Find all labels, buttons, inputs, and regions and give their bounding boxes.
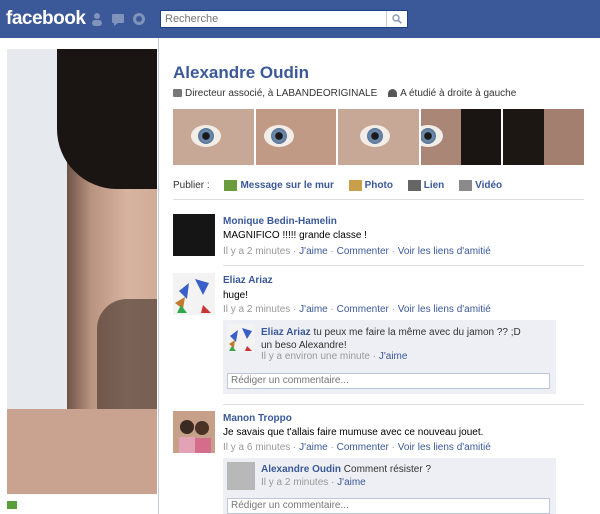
- story-time: Il y a 2 minutes: [223, 304, 291, 315]
- divider: [173, 199, 584, 200]
- like-link[interactable]: J'aime: [299, 304, 328, 315]
- search-box[interactable]: [160, 10, 408, 28]
- link-icon: [407, 180, 421, 191]
- story-meta: Il y a 6 minutes · J'aime · Commenter · …: [223, 442, 491, 453]
- search-icon: [392, 14, 402, 24]
- comment-text: Comment résister ?: [343, 464, 432, 475]
- story-meta: Il y a 2 minutes · J'aime · Commenter · …: [223, 246, 491, 257]
- like-link[interactable]: J'aime: [299, 246, 328, 257]
- avatar[interactable]: [173, 411, 215, 453]
- profile-edit-row[interactable]: [7, 500, 157, 514]
- strip-photo[interactable]: [338, 109, 419, 165]
- publish-bar: Publier : Message sur le mur Photo Lien …: [173, 180, 502, 191]
- avatar[interactable]: [173, 273, 215, 315]
- butterflies-image: [175, 279, 211, 313]
- story-time: Il y a 2 minutes: [223, 246, 291, 257]
- story-text: Je savais que t'allais faire mumuse avec…: [223, 427, 484, 438]
- profile-picture[interactable]: [7, 49, 157, 494]
- comment-meta: Il y a environ une minute · J'aime: [261, 351, 408, 362]
- profile-work[interactable]: Directeur associé, à LABANDEORIGINALE: [185, 88, 377, 99]
- publish-label: Publier :: [173, 180, 210, 192]
- story-author[interactable]: Monique Bedin-Hamelin: [223, 216, 337, 227]
- publish-video[interactable]: Vidéo: [459, 180, 502, 191]
- comment-input[interactable]: Rédiger un commentaire...: [227, 373, 550, 389]
- story-time: Il y a 6 minutes: [223, 442, 291, 453]
- comment-avatar[interactable]: [227, 462, 255, 490]
- messages-icon[interactable]: [111, 12, 125, 26]
- comment-time: Il y a 2 minutes: [261, 477, 329, 488]
- strip-photo[interactable]: [503, 109, 584, 165]
- comment-input[interactable]: Rédiger un commentaire...: [227, 498, 550, 514]
- comment-link[interactable]: Commenter: [337, 304, 389, 315]
- comment-meta: Il y a 2 minutes · J'aime: [261, 477, 366, 488]
- notifications-icon[interactable]: [132, 12, 146, 26]
- story-meta: Il y a 2 minutes · J'aime · Commenter · …: [223, 304, 491, 315]
- comment-link[interactable]: Commenter: [337, 442, 389, 453]
- comment-body: Alexandre Oudin Comment résister ?: [261, 464, 551, 475]
- story-text: MAGNIFICO !!!!! grande classe !: [223, 230, 367, 241]
- story-author[interactable]: Manon Troppo: [223, 413, 292, 424]
- comment-text-2: un beso Alexandre!: [261, 340, 347, 351]
- comment-author[interactable]: Alexandre Oudin: [261, 464, 341, 475]
- friendship-link[interactable]: Voir les liens d'amitié: [398, 442, 491, 453]
- comment-time: Il y a environ une minute: [261, 351, 370, 362]
- strip-photo[interactable]: [420, 109, 502, 165]
- like-link[interactable]: J'aime: [299, 442, 328, 453]
- publish-status[interactable]: Message sur le mur: [224, 180, 334, 191]
- divider: [223, 404, 584, 405]
- strip-photo[interactable]: [173, 109, 254, 165]
- publish-photo[interactable]: Photo: [348, 180, 393, 191]
- briefcase-icon: [173, 89, 182, 98]
- status-icon: [224, 180, 238, 191]
- comment-like-link[interactable]: J'aime: [337, 477, 366, 488]
- strip-photo[interactable]: [255, 109, 337, 165]
- divider: [223, 265, 584, 266]
- avatar[interactable]: [173, 214, 215, 256]
- story-text: huge!: [223, 290, 249, 301]
- friendship-link[interactable]: Voir les liens d'amitié: [398, 304, 491, 315]
- friends-icon[interactable]: [90, 12, 104, 26]
- profile-name[interactable]: Alexandre Oudin: [173, 63, 309, 83]
- profile-education[interactable]: A étudié à droite à gauche: [400, 88, 516, 99]
- friendship-link[interactable]: Voir les liens d'amitié: [398, 246, 491, 257]
- comment-body: Eliaz Ariaz tu peux me faire la même ave…: [261, 326, 551, 352]
- photo-icon: [348, 180, 362, 191]
- publish-link[interactable]: Lien: [407, 180, 444, 191]
- butterflies-image: [229, 328, 252, 351]
- search-input[interactable]: [161, 11, 389, 27]
- story-author[interactable]: Eliaz Ariaz: [223, 275, 273, 286]
- comment-text: tu peux me faire la même avec du jamon ?…: [313, 327, 521, 338]
- girls-image: [179, 420, 211, 453]
- search-button[interactable]: [386, 11, 407, 27]
- facebook-logo[interactable]: facebook: [6, 8, 86, 30]
- photo-strip: [173, 109, 584, 165]
- video-icon: [459, 180, 473, 191]
- comment-avatar[interactable]: [227, 324, 255, 352]
- top-bar-left: facebook: [0, 0, 156, 38]
- profile-info: Directeur associé, à LABANDEORIGINALE A …: [173, 88, 516, 99]
- graduation-icon: [388, 89, 398, 98]
- comment-author[interactable]: Eliaz Ariaz: [261, 327, 311, 338]
- comment-link[interactable]: Commenter: [337, 246, 389, 257]
- comment-like-link[interactable]: J'aime: [379, 351, 408, 362]
